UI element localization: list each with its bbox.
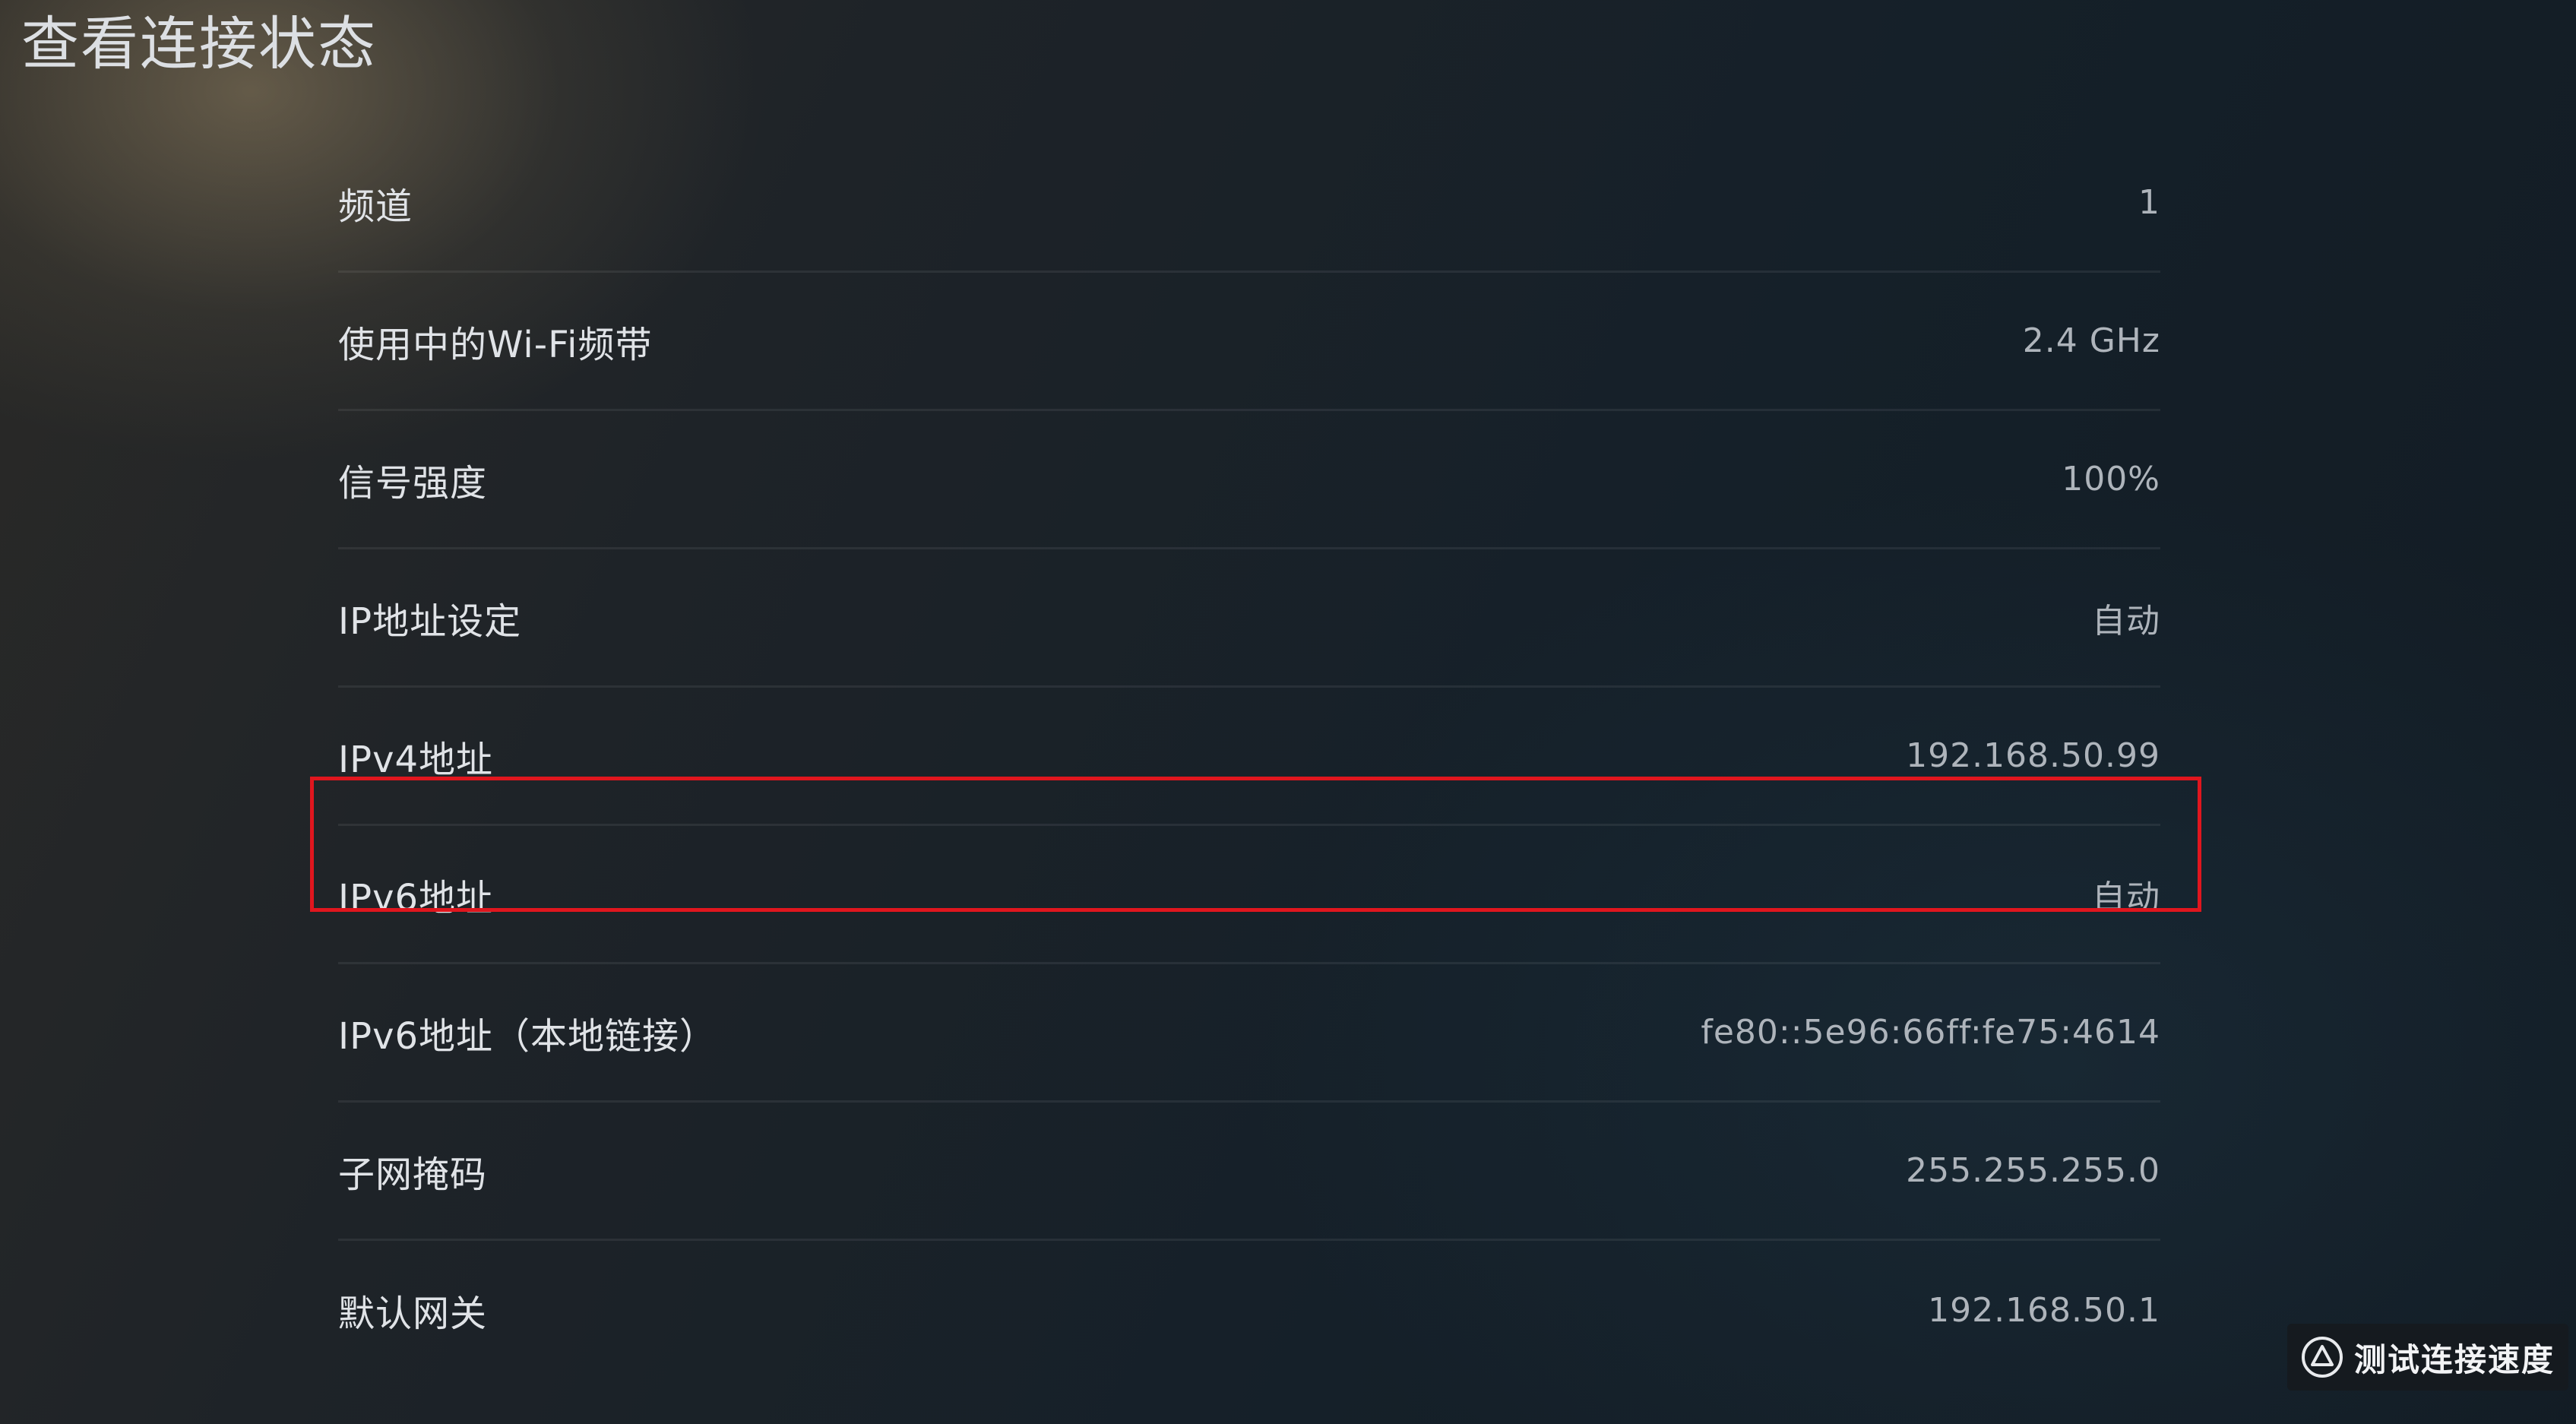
status-row-ipv6-link-local[interactable]: IPv6地址（本地链接） fe80::5e96:66ff:fe75:4614: [338, 964, 2160, 1103]
row-value: 自动: [2092, 601, 2160, 641]
status-row-ipv4-address[interactable]: IPv4地址 192.168.50.99: [338, 688, 2160, 826]
status-row-ipv6-address[interactable]: IPv6地址 自动: [338, 826, 2160, 964]
row-value: 2.4 GHz: [2022, 321, 2160, 360]
status-row-signal-strength[interactable]: 信号强度 100%: [338, 411, 2160, 549]
row-label: IPv6地址（本地链接）: [338, 1014, 717, 1058]
row-value: 100%: [2062, 460, 2160, 498]
row-label: 子网掩码: [338, 1153, 488, 1196]
row-label: IPv4地址: [338, 738, 494, 781]
status-row-default-gateway[interactable]: 默认网关 192.168.50.1: [338, 1241, 2160, 1379]
row-value: 192.168.50.99: [1906, 736, 2160, 775]
connection-status-screen: 查看连接状态 频道 1 使用中的Wi-Fi频带 2.4 GHz 信号强度 100…: [0, 0, 2576, 1424]
row-label: IP地址设定: [338, 600, 522, 643]
status-row-subnet-mask[interactable]: 子网掩码 255.255.255.0: [338, 1103, 2160, 1241]
row-value: 自动: [2092, 878, 2160, 917]
row-value: 192.168.50.1: [1928, 1290, 2160, 1330]
test-connection-speed-button[interactable]: 测试连接速度: [2287, 1324, 2568, 1391]
status-row-wifi-band[interactable]: 使用中的Wi-Fi频带 2.4 GHz: [338, 273, 2160, 411]
test-connection-speed-label: 测试连接速度: [2354, 1340, 2555, 1378]
status-row-ip-setting[interactable]: IP地址设定 自动: [338, 549, 2160, 688]
row-label: 使用中的Wi-Fi频带: [338, 323, 653, 366]
status-list: 频道 1 使用中的Wi-Fi频带 2.4 GHz 信号强度 100% IP地址设…: [338, 134, 2160, 1379]
page-title: 查看连接状态: [21, 10, 377, 78]
row-label: 频道: [338, 185, 413, 228]
row-label: 默认网关: [338, 1293, 488, 1335]
row-value: fe80::5e96:66ff:fe75:4614: [1701, 1013, 2160, 1052]
status-row-channel[interactable]: 频道 1: [338, 134, 2160, 273]
row-value: 255.255.255.0: [1906, 1151, 2160, 1190]
row-value: 1: [2138, 183, 2160, 222]
row-label: IPv6地址: [338, 876, 494, 919]
row-label: 信号强度: [338, 461, 488, 505]
triangle-button-icon: [2302, 1337, 2343, 1378]
